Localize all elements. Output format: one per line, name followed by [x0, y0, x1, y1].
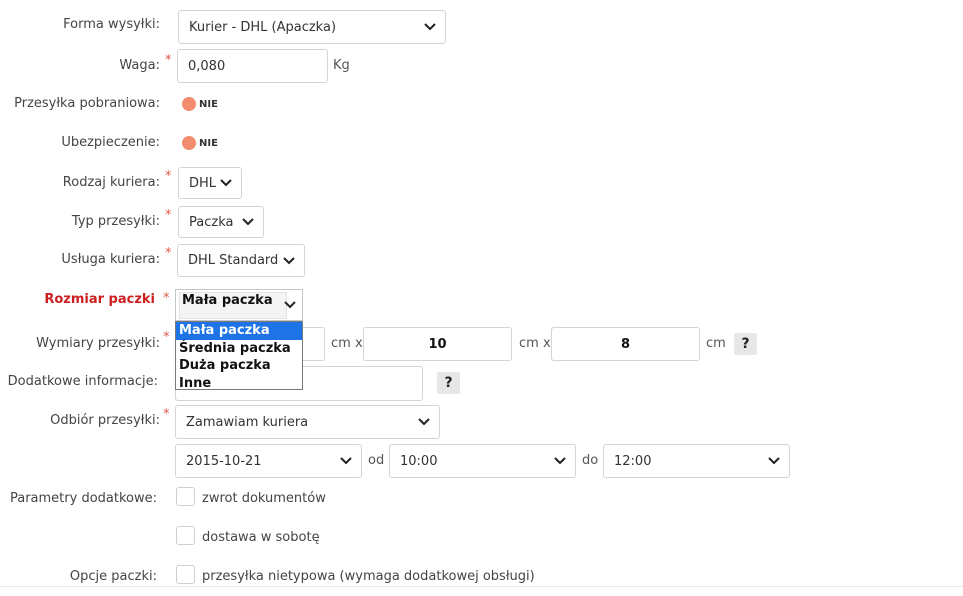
pickup-label: Odbiór przesyłki: [50, 413, 160, 428]
weight-label: Waga: [119, 58, 160, 73]
chevron-down-icon [283, 256, 295, 264]
shipping-form-select[interactable]: Kurier - DHL (Apaczka) [178, 10, 446, 44]
chevron-down-icon [340, 457, 352, 465]
required-mark: * [163, 330, 170, 345]
package-size-label: Rozmiar paczki [44, 292, 155, 307]
toggle-knob [182, 97, 196, 111]
pickup-date-select[interactable]: 2015-10-21 [175, 444, 362, 478]
extra-info-label: Dodatkowe informacje: [7, 374, 158, 389]
courier-service-label: Usługa kuriera: [61, 252, 160, 267]
return-docs-checkbox[interactable] [176, 487, 195, 506]
chevron-down-icon [242, 218, 254, 226]
shipment-type-label: Typ przesyłki: [71, 214, 160, 229]
chevron-down-icon [418, 418, 430, 426]
required-mark: * [165, 169, 172, 184]
nonstandard-label: przesyłka nietypowa (wymaga dodatkowej o… [202, 569, 535, 584]
pickup-method-select[interactable]: Zamawiam kuriera [175, 405, 440, 439]
option-small-package[interactable]: Mała paczka [176, 322, 302, 340]
extra-params-label: Parametry dodatkowe: [9, 491, 157, 506]
courier-type-label: Rodzaj kuriera: [62, 175, 160, 190]
toggle-knob [182, 136, 196, 150]
required-mark: * [165, 53, 172, 68]
pickup-from-time-select[interactable]: 10:00 [389, 444, 576, 478]
nonstandard-checkbox[interactable] [176, 565, 195, 584]
cod-state: NIE [199, 98, 218, 110]
package-size-options[interactable]: Mała paczka Średnia paczka Duża paczka I… [175, 321, 303, 393]
shipment-type-select[interactable]: Paczka [178, 206, 264, 238]
from-label: od [368, 453, 385, 468]
pickup-to-time-value: 12:00 [614, 453, 652, 469]
pickup-method-value: Zamawiam kuriera [186, 414, 309, 430]
weight-input[interactable]: 0,080 [177, 49, 328, 83]
weight-unit: Kg [333, 58, 350, 73]
saturday-delivery-label: dostawa w sobotę [202, 530, 320, 545]
required-mark: * [163, 291, 170, 306]
courier-type-value: DHL [189, 175, 217, 191]
height-value: 8 [620, 336, 631, 352]
insurance-state: NIE [199, 137, 218, 149]
width-input[interactable]: 10 [363, 327, 512, 361]
weight-value: 0,080 [188, 58, 226, 74]
option-other[interactable]: Inne [176, 375, 302, 393]
package-size-value: Mała paczka [182, 293, 273, 308]
chevron-down-icon [424, 23, 436, 31]
courier-service-value: DHL Standard [188, 253, 279, 268]
dimensions-label: Wymiary przesyłki: [36, 336, 160, 351]
option-large-package[interactable]: Duża paczka [176, 357, 302, 375]
return-docs-label: zwrot dokumentów [202, 491, 326, 506]
cod-label: Przesyłka pobraniowa: [14, 96, 160, 111]
height-input[interactable]: 8 [551, 327, 700, 361]
dimension-unit: cm x [519, 336, 551, 351]
cod-toggle[interactable]: NIE [182, 97, 218, 111]
shipping-form-label: Forma wysyłki: [63, 17, 160, 32]
package-options-label: Opcje paczki: [69, 569, 157, 584]
insurance-label: Ubezpieczenie: [61, 135, 160, 150]
pickup-from-time-value: 10:00 [400, 453, 438, 469]
required-mark: * [165, 208, 172, 223]
courier-type-select[interactable]: DHL [178, 167, 242, 199]
chevron-down-icon [554, 457, 566, 465]
dimensions-help-button[interactable]: ? [734, 333, 757, 355]
to-label: do [582, 453, 599, 468]
dimension-unit: cm x [331, 336, 363, 351]
insurance-toggle[interactable]: NIE [182, 136, 218, 150]
pickup-date-value: 2015-10-21 [186, 453, 262, 469]
chevron-down-icon [768, 457, 780, 465]
dimension-unit: cm [706, 336, 726, 351]
package-size-select[interactable]: Mała paczka [175, 289, 303, 321]
width-value: 10 [428, 336, 447, 352]
shipment-type-value: Paczka [189, 214, 234, 230]
required-mark: * [163, 407, 170, 422]
shipping-form-value: Kurier - DHL (Apaczka) [189, 19, 337, 35]
saturday-delivery-checkbox[interactable] [176, 526, 195, 545]
chevron-down-icon [284, 301, 296, 309]
extra-info-help-button[interactable]: ? [437, 372, 460, 394]
required-mark: * [165, 246, 172, 261]
courier-service-select[interactable]: DHL Standard [177, 244, 305, 277]
option-medium-package[interactable]: Średnia paczka [176, 340, 302, 358]
pickup-to-time-select[interactable]: 12:00 [603, 444, 790, 478]
chevron-down-icon [220, 179, 232, 187]
bottom-divider [0, 586, 963, 587]
